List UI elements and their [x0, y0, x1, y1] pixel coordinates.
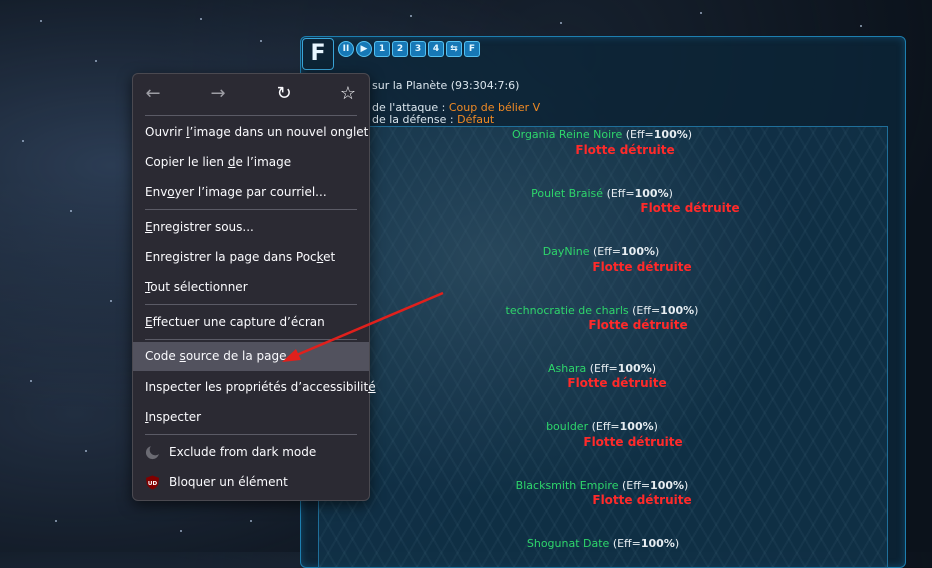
arrow-head-icon [282, 349, 301, 362]
annotation-arrow [282, 291, 444, 362]
